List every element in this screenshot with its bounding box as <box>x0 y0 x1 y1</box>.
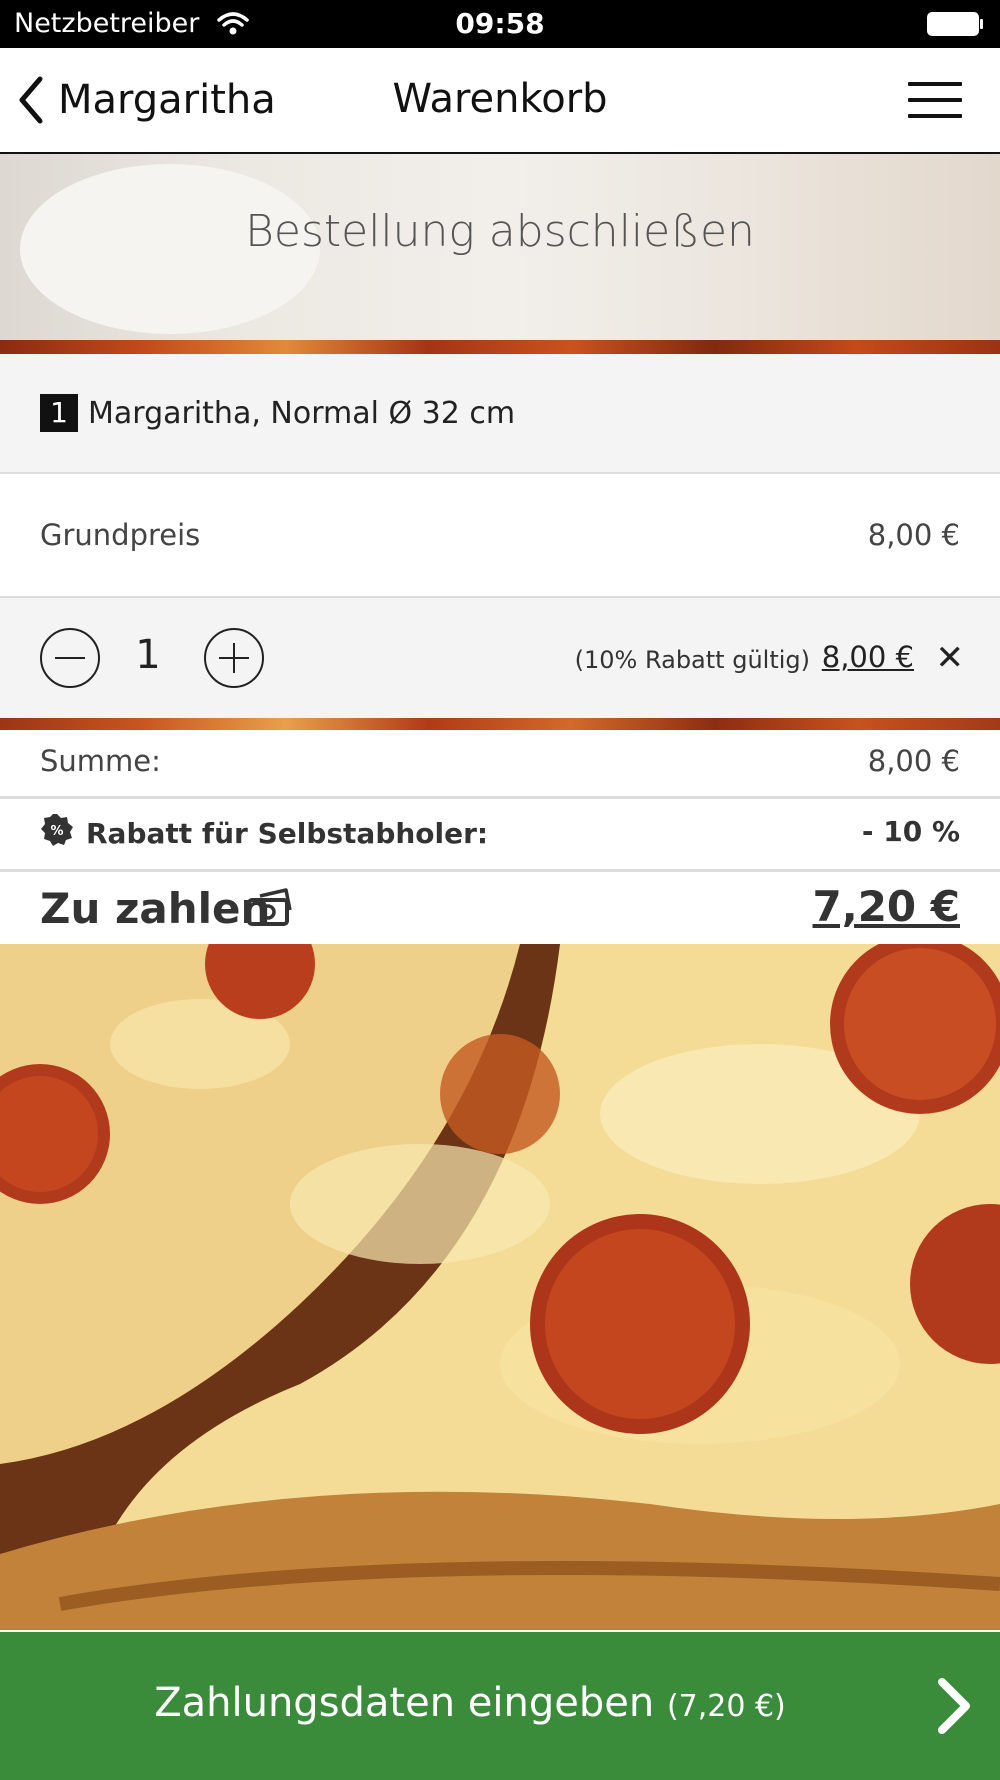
rebate-row: % Rabatt für Selbstabholer: - 10 % <box>0 799 1000 872</box>
enter-payment-button[interactable]: Zahlungsdaten eingeben (7,20 €) <box>0 1630 1000 1780</box>
status-time: 09:58 <box>455 7 545 40</box>
hero-banner: Bestellung abschließen <box>0 154 1000 354</box>
quantity-row: 1 (10% Rabatt gültig) 8,00 € ✕ <box>0 598 1000 718</box>
sauce-divider <box>0 718 1000 730</box>
money-icon <box>247 888 292 926</box>
percent-badge-icon: % <box>41 814 73 846</box>
quantity-badge: 1 <box>40 394 78 432</box>
total-value: 7,20 € <box>812 882 960 931</box>
status-bar: Netzbetreiber 09:58 <box>0 0 1000 48</box>
sum-value: 8,00 € <box>867 744 960 778</box>
rebate-value: - 10 % <box>861 815 960 848</box>
chevron-right-icon <box>938 1678 970 1734</box>
hero-title: Bestellung abschließen <box>245 206 755 257</box>
sum-label: Summe: <box>40 744 161 778</box>
pay-button-text: Zahlungsdaten eingeben (7,20 €) <box>0 1680 940 1726</box>
back-label: Margaritha <box>58 77 276 123</box>
base-price-row: Grundpreis 8,00 € <box>0 474 1000 598</box>
battery-icon <box>927 12 983 36</box>
line-price-link[interactable]: 8,00 € <box>822 640 914 674</box>
chevron-left-icon <box>19 76 43 124</box>
pay-button-amount: (7,20 €) <box>666 1689 786 1724</box>
close-icon[interactable]: ✕ <box>936 638 965 678</box>
pizza-image <box>0 944 1000 1630</box>
hamburger-menu-icon[interactable] <box>908 82 962 122</box>
pay-button-label: Zahlungsdaten eingeben <box>154 1680 655 1726</box>
cart-item-header: 1 Margaritha, Normal Ø 32 cm <box>0 354 1000 474</box>
item-name: Margaritha, Normal Ø 32 cm <box>88 396 516 431</box>
total-row: Zu zahlen 7,20 € <box>0 872 1000 944</box>
base-price-label: Grundpreis <box>40 518 201 552</box>
pizza-photo <box>0 944 1000 1630</box>
back-button[interactable]: Margaritha <box>16 72 276 128</box>
sum-row: Summe: 8,00 € <box>0 730 1000 799</box>
plus-circle-icon[interactable] <box>204 628 264 688</box>
hero-sauce-strip <box>0 340 1000 354</box>
total-label: Zu zahlen <box>40 884 271 933</box>
svg-text:%: % <box>50 824 63 839</box>
minus-circle-icon[interactable] <box>40 628 100 688</box>
quantity-value: 1 <box>135 632 161 678</box>
discount-note: (10% Rabatt gültig) <box>574 646 810 674</box>
base-price-value: 8,00 € <box>867 518 960 552</box>
navigation-bar: Margaritha Warenkorb <box>0 48 1000 154</box>
rebate-label: Rabatt für Selbstabholer: <box>86 817 489 850</box>
